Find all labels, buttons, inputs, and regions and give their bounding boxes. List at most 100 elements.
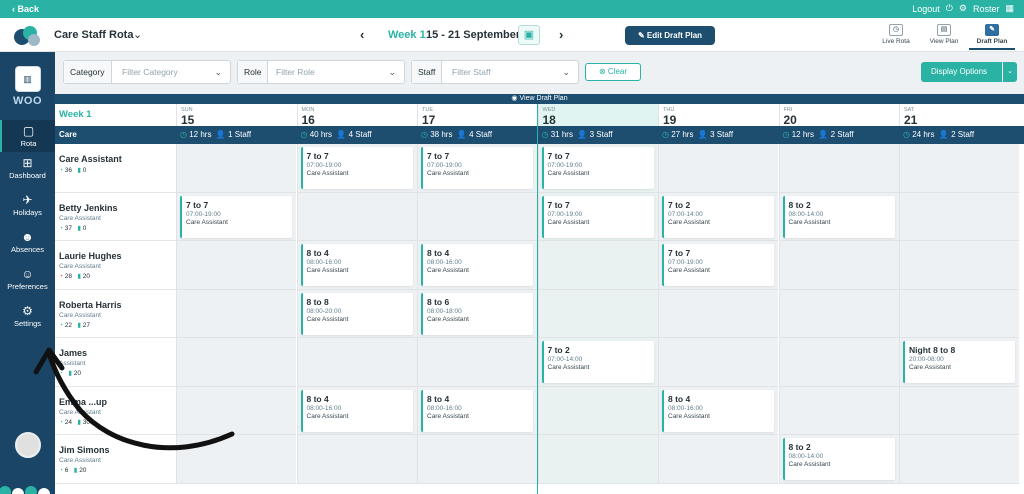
rota-cell[interactable] [417, 192, 537, 241]
settings-gear-icon[interactable]: ⚙ [959, 3, 967, 14]
rota-title[interactable]: Care Staff Rota [54, 29, 133, 41]
rota-cell[interactable]: Night 8 to 8 20:00-08:00 Care Assistant [899, 338, 1019, 387]
previous-week-button[interactable]: ‹ [360, 27, 364, 42]
rota-cell[interactable] [537, 289, 658, 338]
rota-cell[interactable] [658, 144, 778, 193]
rota-cell[interactable] [176, 338, 296, 387]
shift-card[interactable]: 8 to 4 08:00-16:00 Care Assistant [300, 389, 413, 432]
rota-cell[interactable]: 8 to 8 08:00-20:00 Care Assistant [296, 289, 417, 338]
rota-cell[interactable] [658, 338, 778, 387]
rota-cell[interactable] [176, 144, 296, 193]
clear-filters-button[interactable]: ⊗ Clear [585, 63, 641, 81]
rota-cell[interactable]: 8 to 6 08:00-18:00 Care Assistant [417, 289, 537, 338]
user-avatar[interactable] [15, 432, 41, 458]
rota-cell[interactable]: 8 to 4 08:00-16:00 Care Assistant [296, 241, 417, 290]
rota-cell[interactable] [176, 386, 296, 435]
sidebar-item-absences[interactable]: ☻ Absences [0, 226, 55, 263]
rota-cell[interactable] [899, 289, 1019, 338]
edit-draft-plan-button[interactable]: ✎ Edit Draft Plan [625, 26, 715, 45]
shift-card[interactable]: 7 to 7 07:00-19:00 Care Assistant [541, 147, 654, 189]
shift-card[interactable]: 7 to 7 07:00-19:00 Care Assistant [180, 195, 292, 238]
rota-cell[interactable] [658, 289, 778, 338]
rota-cell[interactable] [899, 144, 1019, 193]
rota-cell[interactable] [537, 386, 658, 435]
staff-filter[interactable]: Staff Filter Staff ⌄ [411, 60, 579, 84]
rota-cell[interactable] [778, 386, 899, 435]
rota-cell[interactable] [778, 338, 899, 387]
display-options-button[interactable]: Display Options ⌄ [921, 62, 1017, 82]
back-link[interactable]: ‹ Back [12, 4, 39, 14]
shift-card[interactable]: 8 to 2 08:00-14:00 Care Assistant [782, 195, 895, 238]
shift-card[interactable]: Night 8 to 8 20:00-08:00 Care Assistant [903, 341, 1015, 383]
rota-cell[interactable] [296, 435, 417, 484]
rota-cell[interactable]: 7 to 7 07:00-19:00 Care Assistant [537, 192, 658, 241]
sidebar-item-rota[interactable]: ▢ Rota [0, 120, 55, 152]
rota-cell[interactable]: 7 to 7 07:00-19:00 Care Assistant [296, 144, 417, 193]
rota-cell[interactable]: 7 to 7 07:00-19:00 Care Assistant [537, 144, 658, 193]
rota-cell[interactable] [176, 241, 296, 290]
rota-cell[interactable] [296, 192, 417, 241]
roster-link[interactable]: Roster [973, 4, 1000, 14]
employee-row-header[interactable]: Laurie Hughes Care Assistant ◔ 28 ▮ 20 [55, 241, 176, 290]
rota-cell[interactable] [176, 289, 296, 338]
shift-card[interactable]: 8 to 4 08:00-16:00 Care Assistant [421, 244, 533, 286]
employee-row-header[interactable]: Emma ...up Care Assistant ◔ 24 ▮ 30 [55, 386, 176, 435]
chevron-down-icon[interactable]: ⌄ [133, 28, 142, 41]
shift-card[interactable]: 8 to 2 08:00-14:00 Care Assistant [782, 438, 895, 480]
tab-live-rota[interactable]: ◷ Live Rota [873, 22, 919, 50]
rota-cell[interactable]: 8 to 4 08:00-16:00 Care Assistant [296, 386, 417, 435]
tab-view-plan[interactable]: ▤ View Plan [921, 22, 967, 50]
shift-card[interactable]: 7 to 7 07:00-19:00 Care Assistant [662, 244, 774, 286]
role-filter[interactable]: Role Filter Role ⌄ [237, 60, 405, 84]
rota-cell[interactable]: 7 to 7 07:00-19:00 Care Assistant [417, 144, 537, 193]
shift-card[interactable]: 8 to 8 08:00-20:00 Care Assistant [300, 292, 413, 335]
rota-cell[interactable] [296, 338, 417, 387]
rota-cell[interactable]: 8 to 4 08:00-16:00 Care Assistant [658, 386, 778, 435]
rota-cell[interactable] [899, 435, 1019, 484]
rota-cell[interactable] [778, 289, 899, 338]
shift-card[interactable]: 8 to 4 08:00-16:00 Care Assistant [421, 389, 533, 432]
employee-row-header[interactable]: James Assistant ◔ ▮ 20 [55, 338, 176, 387]
rota-cell[interactable]: 7 to 7 07:00-19:00 Care Assistant [658, 241, 778, 290]
employee-row-header[interactable]: Jim Simons Care Assistant ◔ 6 ▮ 20 [55, 435, 176, 484]
view-draft-plan-banner[interactable]: ◉ View Draft Plan [55, 94, 1024, 104]
logout-link[interactable]: Logout [912, 4, 940, 14]
next-week-button[interactable]: › [559, 27, 563, 42]
shift-card[interactable]: 7 to 2 07:00-14:00 Care Assistant [541, 341, 654, 383]
employee-row-header[interactable]: Care Assistant ◔ 36 ▮ 0 [55, 144, 176, 193]
shift-card[interactable]: 8 to 6 08:00-18:00 Care Assistant [421, 292, 533, 335]
rota-cell[interactable] [417, 338, 537, 387]
shift-card[interactable]: 8 to 4 08:00-16:00 Care Assistant [300, 244, 413, 286]
shift-card[interactable]: 7 to 7 07:00-19:00 Care Assistant [421, 147, 533, 189]
rota-cell[interactable] [899, 386, 1019, 435]
shift-card[interactable]: 7 to 7 07:00-19:00 Care Assistant [541, 195, 654, 238]
category-filter[interactable]: Category Filter Category ⌄ [63, 60, 231, 84]
rota-cell[interactable] [176, 435, 296, 484]
rota-cell[interactable]: 8 to 2 08:00-14:00 Care Assistant [778, 435, 899, 484]
sidebar-item-settings[interactable]: ⚙ Settings [0, 300, 55, 337]
rota-cell[interactable]: 8 to 2 08:00-14:00 Care Assistant [778, 192, 899, 241]
rota-cell[interactable] [899, 241, 1019, 290]
apps-grid-icon[interactable]: ▦ [1005, 3, 1014, 14]
rota-cell[interactable] [537, 435, 658, 484]
tab-draft-plan[interactable]: ✎ Draft Plan [969, 22, 1015, 50]
shift-card[interactable]: 8 to 4 08:00-16:00 Care Assistant [662, 389, 774, 432]
sidebar-item-holidays[interactable]: ✈ Holidays [0, 189, 55, 226]
shift-card[interactable]: 7 to 2 07:00-14:00 Care Assistant [662, 195, 774, 238]
rota-cell[interactable] [778, 241, 899, 290]
calendar-button[interactable]: ▣ [518, 25, 540, 45]
rota-cell[interactable] [658, 435, 778, 484]
rota-cell[interactable]: 7 to 2 07:00-14:00 Care Assistant [658, 192, 778, 241]
sidebar-item-preferences[interactable]: ☺ Preferences [0, 263, 55, 300]
rota-cell[interactable] [899, 192, 1019, 241]
employee-row-header[interactable]: Betty Jenkins Care Assistant ◔ 37 ▮ 0 [55, 192, 176, 241]
employee-row-header[interactable]: Roberta Harris Care Assistant ◔ 22 ▮ 27 [55, 289, 176, 338]
rota-cell[interactable]: 8 to 4 08:00-16:00 Care Assistant [417, 386, 537, 435]
rota-cell[interactable] [537, 241, 658, 290]
chevron-down-icon[interactable]: ⌄ [1002, 62, 1017, 82]
rota-cell[interactable] [778, 144, 899, 193]
shift-card[interactable]: 7 to 7 07:00-19:00 Care Assistant [300, 147, 413, 189]
rota-cell[interactable] [417, 435, 537, 484]
rota-cell[interactable]: 7 to 7 07:00-19:00 Care Assistant [176, 192, 296, 241]
sidebar-item-dashboard[interactable]: ⊞ Dashboard [0, 152, 55, 189]
